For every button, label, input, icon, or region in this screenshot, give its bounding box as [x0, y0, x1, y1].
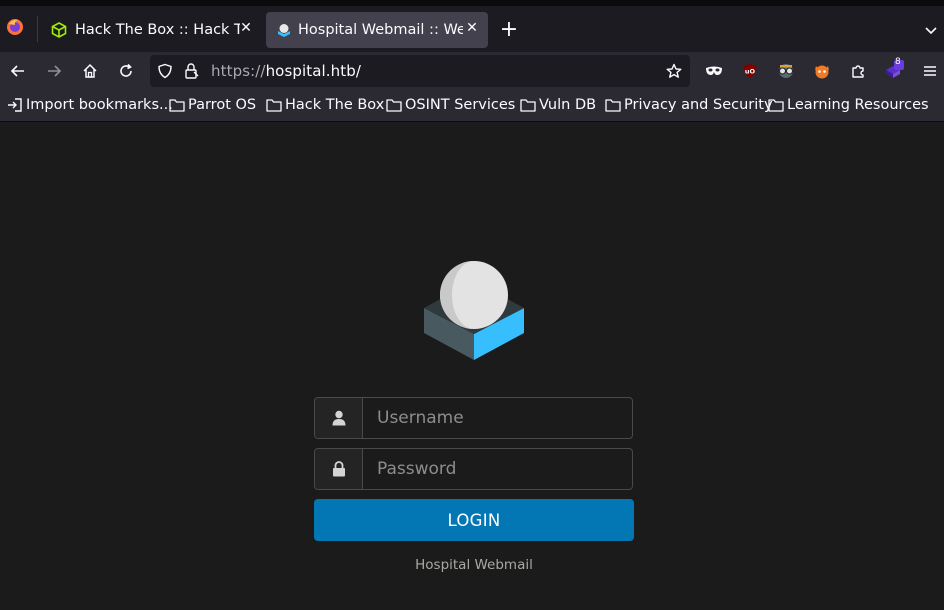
bookmark-import[interactable]: Import bookmarks... — [7, 97, 173, 113]
bookmark-folder-hack-the-box[interactable]: Hack The Box — [266, 97, 384, 113]
bookmarks-toolbar: Import bookmarks... Parrot OS Hack The B… — [0, 90, 944, 122]
folder-icon — [386, 99, 402, 112]
roundcube-logo — [424, 261, 524, 360]
tab-bar: Hack The Box :: Hack The ✕ Hospital Webm… — [0, 0, 944, 52]
lock-icon — [315, 449, 363, 489]
bookmark-label: Vuln DB — [539, 97, 597, 113]
extension-badge-count: 8 — [895, 57, 901, 67]
password-field — [314, 448, 633, 490]
url-bar[interactable]: https://hospital.htb/ — [150, 55, 690, 87]
htb-cube-icon — [51, 22, 67, 38]
bookmark-label: OSINT Services — [405, 97, 516, 113]
spy-glasses-extension-icon[interactable] — [775, 60, 797, 82]
url-protocol: https:// — [211, 62, 266, 80]
app-menu-hamburger-icon[interactable] — [919, 60, 941, 82]
notification-extension-icon[interactable]: 8 — [883, 57, 905, 82]
password-input[interactable] — [363, 449, 632, 489]
username-field — [314, 397, 633, 439]
bookmark-folder-learning-resources[interactable]: Learning Resources — [768, 97, 929, 113]
fox-extension-icon[interactable] — [811, 60, 833, 82]
tab-title: Hospital Webmail :: Welc — [298, 22, 463, 38]
tab-title: Hack The Box :: Hack The — [75, 22, 240, 38]
login-button[interactable]: LOGIN — [314, 499, 634, 541]
bookmark-label: Hack The Box — [285, 97, 385, 113]
url-host: hospital.htb/ — [265, 62, 362, 80]
bookmark-folder-parrot-os[interactable]: Parrot OS — [169, 97, 256, 113]
username-input[interactable] — [363, 398, 632, 438]
folder-icon — [768, 99, 784, 112]
close-tab-icon[interactable]: ✕ — [464, 20, 480, 36]
navigation-toolbar: https://hospital.htb/ uO 8 — [0, 52, 944, 90]
reload-button[interactable] — [115, 60, 137, 82]
tab-separator — [37, 16, 38, 42]
roundcube-icon — [276, 22, 292, 38]
bookmark-label: Import bookmarks... — [26, 97, 173, 113]
ublock-origin-icon[interactable]: uO — [739, 60, 761, 82]
firefox-menu-icon[interactable] — [4, 16, 26, 38]
tracking-protection-shield-icon[interactable] — [157, 63, 173, 83]
folder-icon — [605, 99, 621, 112]
folder-icon — [520, 99, 536, 112]
tab-hack-the-box[interactable]: Hack The Box :: Hack The ✕ — [40, 12, 262, 48]
bookmark-folder-privacy-security[interactable]: Privacy and Security — [605, 97, 773, 113]
private-mask-extension-icon[interactable] — [703, 60, 725, 82]
new-tab-button[interactable]: + — [498, 19, 520, 41]
bookmark-folder-vuln-db[interactable]: Vuln DB — [520, 97, 596, 113]
folder-icon — [266, 99, 282, 112]
svg-text:uO: uO — [745, 68, 756, 76]
bookmark-label: Parrot OS — [188, 97, 257, 113]
import-icon — [8, 98, 22, 112]
list-all-tabs-icon[interactable] — [924, 22, 940, 38]
page-content: LOGIN Hospital Webmail — [0, 123, 944, 610]
close-tab-icon[interactable]: ✕ — [238, 20, 254, 36]
extensions-puzzle-icon[interactable] — [847, 60, 869, 82]
url-text[interactable]: https://hospital.htb/ — [211, 62, 361, 80]
bookmark-folder-osint-services[interactable]: OSINT Services — [386, 97, 515, 113]
back-button[interactable] — [7, 60, 29, 82]
tab-hospital-webmail[interactable]: Hospital Webmail :: Welc ✕ — [266, 12, 488, 48]
site-security-lock-icon[interactable] — [183, 62, 199, 84]
bookmark-label: Learning Resources — [787, 97, 929, 113]
webmail-footer-text: Hospital Webmail — [415, 557, 533, 573]
user-icon — [315, 398, 363, 438]
folder-icon — [169, 99, 185, 112]
forward-button[interactable] — [43, 60, 65, 82]
home-button[interactable] — [79, 60, 101, 82]
bookmark-star-icon[interactable] — [666, 63, 682, 83]
bookmark-label: Privacy and Security — [624, 97, 773, 113]
